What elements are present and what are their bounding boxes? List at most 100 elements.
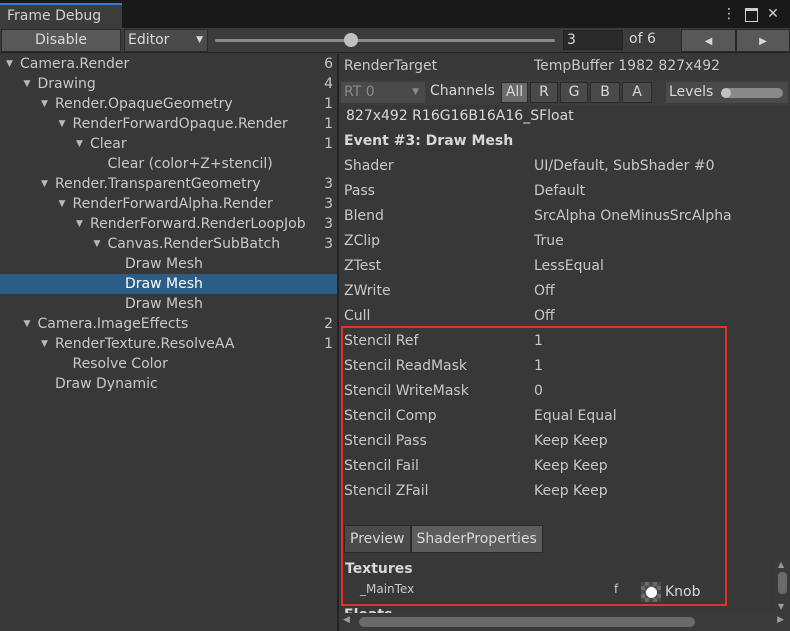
tree-row[interactable]: Draw Dynamic <box>0 374 337 394</box>
tree-row[interactable]: Clear (color+Z+stencil) <box>0 154 337 174</box>
levels-slider[interactable] <box>721 88 783 98</box>
channel-a-button[interactable]: A <box>622 82 652 103</box>
tree-row[interactable]: Draw Mesh <box>0 294 337 314</box>
expand-triangle-icon[interactable]: ▼ <box>24 314 36 334</box>
target-dropdown[interactable]: Editor ▼ <box>124 29 208 52</box>
channel-r-button[interactable]: R <box>530 82 558 103</box>
property-value: SrcAlpha OneMinusSrcAlpha <box>534 208 732 224</box>
expand-triangle-icon[interactable]: ▼ <box>76 214 88 234</box>
render-target-value[interactable]: TempBuffer 1982 827x492 <box>534 58 720 74</box>
expand-triangle-icon[interactable]: ▼ <box>6 54 18 74</box>
kebab-menu-icon[interactable]: ⋮ <box>718 4 740 24</box>
tree-row-label: Clear (color+Z+stencil) <box>107 156 273 172</box>
tab-preview[interactable]: Preview <box>344 525 411 553</box>
levels-control[interactable]: Levels <box>666 82 788 103</box>
tree-row[interactable]: ▼ Render.TransparentGeometry 3 <box>0 174 337 194</box>
expand-triangle-icon[interactable]: ▼ <box>24 74 36 94</box>
tree-row[interactable]: ▼ RenderForwardOpaque.Render 1 <box>0 114 337 134</box>
tree-row-label: Render.OpaqueGeometry <box>55 96 233 112</box>
tree-row-count: 3 <box>324 176 333 192</box>
tree-row-count: 4 <box>324 76 333 92</box>
scroll-down-icon[interactable]: ▼ <box>778 602 784 611</box>
tree-row[interactable]: ▼ Camera.Render 6 <box>0 54 337 74</box>
tree-row-label: Drawing <box>37 76 96 92</box>
tab-shader-properties[interactable]: ShaderProperties <box>410 525 543 553</box>
toolbar: Disable Editor ▼ 3 of 6 ◀ ▶ <box>0 28 790 53</box>
texture-name: _MainTex <box>360 582 415 596</box>
expand-triangle-icon[interactable]: ▼ <box>41 334 53 354</box>
next-event-button[interactable]: ▶ <box>736 29 790 52</box>
channel-b-button[interactable]: B <box>590 82 620 103</box>
render-target-format: 827x492 R16G16B16A16_SFloat <box>346 108 574 124</box>
event-index-input[interactable]: 3 <box>563 30 623 50</box>
channels-label: Channels <box>430 83 495 99</box>
property-key: ZTest <box>344 258 382 274</box>
texture-thumbnail[interactable] <box>641 582 661 602</box>
expand-triangle-icon[interactable]: ▼ <box>41 174 53 194</box>
tree-row-label: RenderForwardOpaque.Render <box>72 116 288 132</box>
vertical-scrollbar[interactable]: ▲ ▼ <box>775 558 790 615</box>
expand-triangle-icon[interactable]: ▼ <box>41 94 53 114</box>
maximize-icon[interactable] <box>740 4 762 24</box>
scroll-up-icon[interactable]: ▲ <box>778 560 784 569</box>
event-slider-thumb[interactable] <box>344 33 358 47</box>
tree-row[interactable]: ▼ RenderTexture.ResolveAA 1 <box>0 334 337 354</box>
dropdown-arrow-icon: ▼ <box>196 35 203 45</box>
property-key: ZWrite <box>344 283 391 299</box>
title-bar: Frame Debug ⋮ ✕ <box>0 0 790 28</box>
tree-row-label: Draw Dynamic <box>55 376 158 392</box>
window-tab-frame-debug[interactable]: Frame Debug <box>0 3 122 28</box>
tree-row[interactable]: Draw Mesh <box>0 274 337 294</box>
tree-row[interactable]: ▼ Drawing 4 <box>0 74 337 94</box>
tree-row[interactable]: Resolve Color <box>0 354 337 374</box>
tree-row[interactable]: ▼ Canvas.RenderSubBatch 3 <box>0 234 337 254</box>
tree-row-label: Draw Mesh <box>125 276 203 292</box>
scroll-left-icon[interactable]: ◀ <box>343 615 350 625</box>
property-row: ZTest LessEqual <box>344 254 784 279</box>
property-key: Shader <box>344 158 394 174</box>
tree-row-count: 2 <box>324 316 333 332</box>
property-key: ZClip <box>344 233 381 249</box>
vertical-scroll-thumb[interactable] <box>778 572 787 594</box>
tree-row[interactable]: Draw Mesh <box>0 254 337 274</box>
texture-flag: f <box>614 582 619 596</box>
tree-row-label: Draw Mesh <box>125 296 203 312</box>
expand-triangle-icon[interactable]: ▼ <box>59 114 71 134</box>
previous-event-button[interactable]: ◀ <box>681 29 736 52</box>
property-key: Blend <box>344 208 384 224</box>
tree-row[interactable]: ▼ RenderForwardAlpha.Render 3 <box>0 194 337 214</box>
horizontal-scrollbar[interactable]: ◀ ▶ <box>339 613 790 631</box>
property-value: Off <box>534 283 555 299</box>
property-key: Pass <box>344 183 375 199</box>
close-icon[interactable]: ✕ <box>762 4 784 24</box>
tree-row-count: 3 <box>324 216 333 232</box>
property-value: UI/Default, SubShader #0 <box>534 158 715 174</box>
disable-button[interactable]: Disable <box>1 29 121 52</box>
tree-row-label: Canvas.RenderSubBatch <box>107 236 281 252</box>
expand-triangle-icon[interactable]: ▼ <box>59 194 71 214</box>
channel-g-button[interactable]: G <box>560 82 588 103</box>
tree-row-count: 6 <box>324 56 333 72</box>
rt-dropdown[interactable]: RT 0 ▼ <box>341 82 425 103</box>
tree-row-label: RenderForward.RenderLoopJob <box>90 216 306 232</box>
details-tabs: Preview ShaderProperties <box>344 525 543 553</box>
tree-row[interactable]: ▼ Render.OpaqueGeometry 1 <box>0 94 337 114</box>
event-slider-track[interactable] <box>215 39 555 42</box>
scroll-right-icon[interactable]: ▶ <box>777 615 784 625</box>
rt-dropdown-value: RT 0 <box>344 84 375 100</box>
texture-value: Knob <box>665 584 701 600</box>
expand-triangle-icon[interactable]: ▼ <box>76 134 88 154</box>
levels-label: Levels <box>669 84 714 100</box>
tree-row[interactable]: ▼ RenderForward.RenderLoopJob 3 <box>0 214 337 234</box>
render-target-row: RenderTarget TempBuffer 1982 827x492 <box>339 54 790 80</box>
tree-row-label: Draw Mesh <box>125 256 203 272</box>
expand-triangle-icon[interactable]: ▼ <box>94 234 106 254</box>
property-value: True <box>534 233 564 249</box>
tree-row[interactable]: ▼ Camera.ImageEffects 2 <box>0 314 337 334</box>
channel-all-button[interactable]: All <box>501 82 528 103</box>
tree-row[interactable]: ▼ Clear 1 <box>0 134 337 154</box>
horizontal-scroll-thumb[interactable] <box>359 617 695 627</box>
tree-row-count: 1 <box>324 96 333 112</box>
property-row: Blend SrcAlpha OneMinusSrcAlpha <box>344 204 784 229</box>
arrow-left-icon: ◀ <box>704 36 713 47</box>
